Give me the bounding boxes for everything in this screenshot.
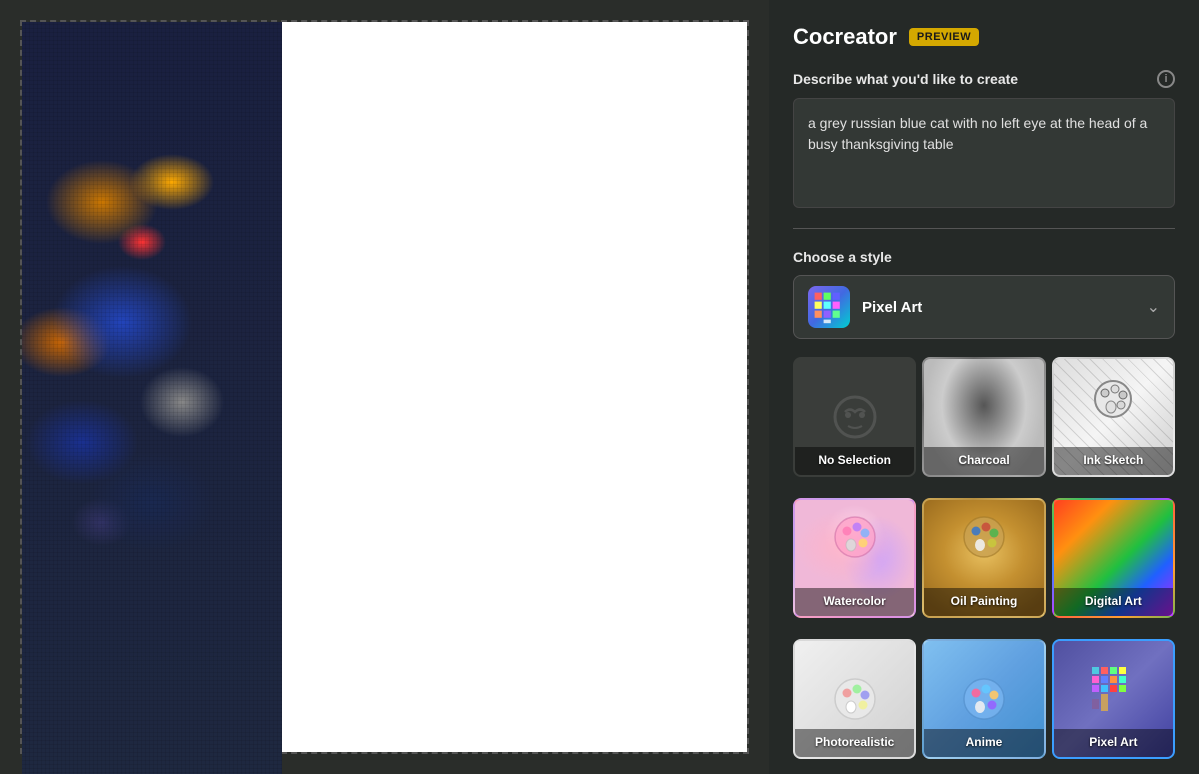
divider xyxy=(793,228,1175,229)
style-card-photorealistic[interactable]: Photorealistic xyxy=(793,639,916,759)
watercolor-palette xyxy=(833,515,877,559)
style-grid: No Selection Charcoal Ink Sk xyxy=(793,357,1175,774)
chevron-down-icon: ⌄ xyxy=(1147,297,1160,317)
no-selection-icon xyxy=(830,392,880,442)
style-section-label: Choose a style xyxy=(793,249,1175,265)
pixel-art-canvas[interactable] xyxy=(22,22,282,774)
pixel-art-style-icon xyxy=(1090,665,1136,711)
right-panel: Cocreator PREVIEW Describe what you'd li… xyxy=(769,0,1199,774)
style-card-label-ink-sketch: Ink Sketch xyxy=(1054,447,1173,475)
style-card-label-pixel-art: Pixel Art xyxy=(1054,729,1173,757)
panel-header: Cocreator PREVIEW xyxy=(793,24,1175,50)
style-card-label-no-selection: No Selection xyxy=(795,447,914,475)
anime-palette xyxy=(962,677,1006,721)
describe-label: Describe what you'd like to create xyxy=(793,71,1018,87)
style-card-anime[interactable]: Anime xyxy=(922,639,1045,759)
info-icon[interactable]: i xyxy=(1157,70,1175,88)
style-card-label-watercolor: Watercolor xyxy=(795,588,914,616)
preview-badge: PREVIEW xyxy=(909,28,979,46)
choose-style-label: Choose a style xyxy=(793,249,892,265)
canvas-container xyxy=(20,20,749,754)
oil-painting-palette xyxy=(962,515,1006,559)
style-card-label-charcoal: Charcoal xyxy=(924,447,1043,475)
style-dropdown-icon xyxy=(808,286,850,328)
description-input[interactable]: a grey russian blue cat with no left eye… xyxy=(793,98,1175,208)
ink-sketch-palette xyxy=(1093,379,1133,419)
style-card-pixel-art[interactable]: Pixel Art xyxy=(1052,639,1175,759)
style-card-ink-sketch[interactable]: Ink Sketch xyxy=(1052,357,1175,477)
style-card-oil-painting[interactable]: Oil Painting xyxy=(922,498,1045,618)
style-card-charcoal[interactable]: Charcoal xyxy=(922,357,1045,477)
style-dropdown[interactable]: Pixel Art ⌄ xyxy=(793,275,1175,339)
style-card-digital-art[interactable]: Digital Art xyxy=(1052,498,1175,618)
describe-label-row: Describe what you'd like to create i xyxy=(793,70,1175,88)
style-card-label-digital-art: Digital Art xyxy=(1054,588,1173,616)
canvas-white-area xyxy=(282,22,747,752)
style-card-label-oil-painting: Oil Painting xyxy=(924,588,1043,616)
style-card-watercolor[interactable]: Watercolor xyxy=(793,498,916,618)
style-card-no-selection[interactable]: No Selection xyxy=(793,357,916,477)
style-card-label-anime: Anime xyxy=(924,729,1043,757)
style-card-label-photorealistic: Photorealistic xyxy=(795,729,914,757)
panel-title: Cocreator xyxy=(793,24,897,50)
photorealistic-palette xyxy=(833,677,877,721)
canvas-area xyxy=(0,0,769,774)
palette-icon xyxy=(811,289,847,325)
style-dropdown-label: Pixel Art xyxy=(862,299,1135,316)
pixel-color-layer xyxy=(22,22,282,774)
